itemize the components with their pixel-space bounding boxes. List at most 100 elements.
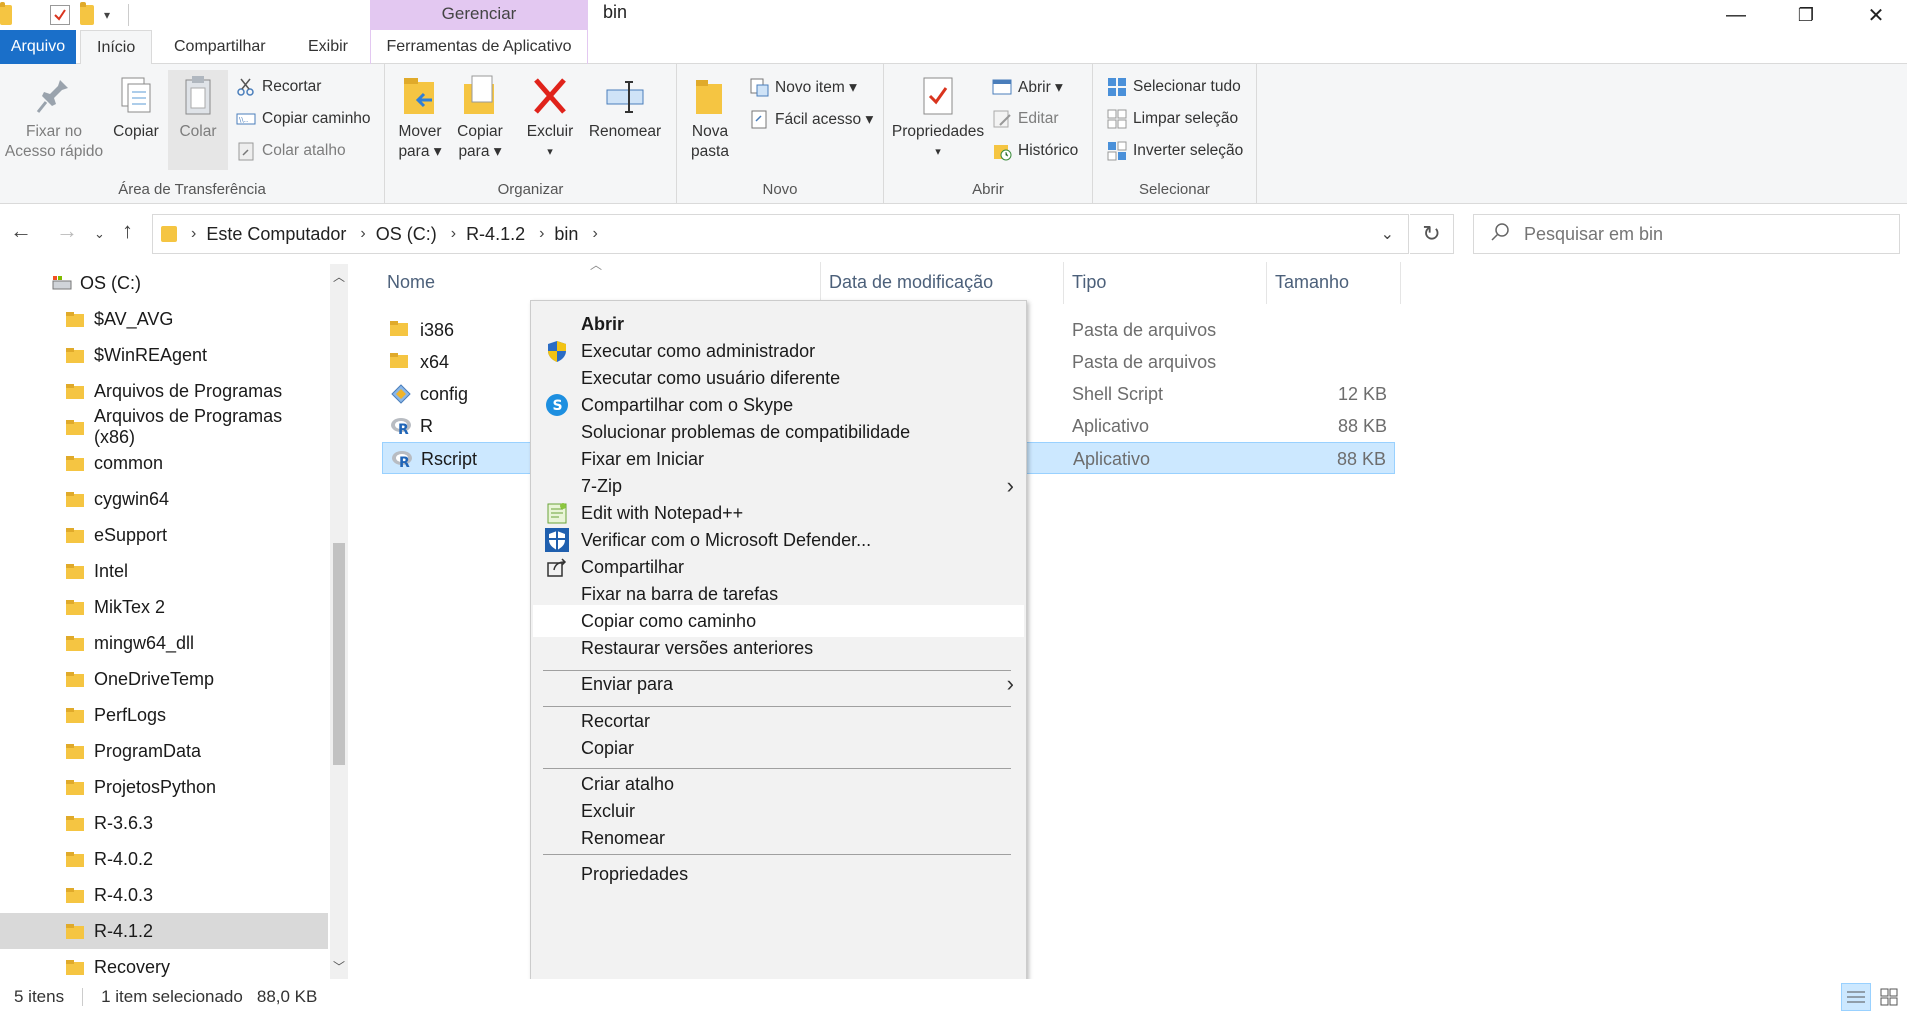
breadcrumb-separator-icon[interactable]: › (539, 225, 544, 243)
search-icon (1490, 222, 1510, 247)
tree-item-miktex-2[interactable]: MikTex 2 (0, 589, 328, 625)
tree-item-projetospython[interactable]: ProjetosPython (0, 769, 328, 805)
paste-shortcut-button[interactable]: Colar atalho (236, 138, 346, 164)
history-button[interactable]: Histórico (992, 138, 1078, 164)
paste-button[interactable]: Colar (168, 70, 228, 170)
selection-size: 88,0 KB (256, 987, 318, 1006)
paste-label: Colar (179, 123, 217, 140)
column-divider[interactable] (820, 262, 821, 304)
select-none-button[interactable]: Limpar seleção (1107, 106, 1238, 132)
select-all-button[interactable]: Selecionar tudo (1107, 74, 1241, 100)
skype-icon: S (545, 393, 569, 417)
tree-item-common[interactable]: common (0, 445, 328, 481)
tree-item-mingw64-dll[interactable]: mingw64_dll (0, 625, 328, 661)
tree-item-r-412[interactable]: R-4.1.2 (0, 913, 328, 949)
rename-button[interactable]: Renomear (585, 74, 665, 142)
breadcrumb-os-c[interactable]: OS (C:) (376, 224, 437, 245)
tree-item-esupport[interactable]: eSupport (0, 517, 328, 553)
recent-locations-chevron-icon[interactable]: ⌄ (94, 226, 105, 242)
properties-dropdown-icon[interactable]: ▾ (888, 142, 988, 162)
properties-button[interactable]: Propriedades ▾ (888, 74, 988, 162)
delete-dropdown-icon[interactable]: ▾ (525, 142, 575, 162)
tree-item-arquivos-de-programas-x86[interactable]: Arquivos de Programas (x86) (0, 406, 328, 447)
breadcrumb-bin[interactable]: bin (554, 224, 578, 245)
tab-app-tools[interactable]: Ferramentas de Aplicativo (370, 30, 588, 64)
column-divider[interactable] (1266, 262, 1267, 304)
folder-icon (66, 311, 84, 327)
breadcrumb-separator-icon[interactable]: › (191, 225, 196, 243)
scroll-down-arrow-icon[interactable]: ﹀ (333, 958, 345, 975)
delete-button[interactable]: Excluir ▾ (525, 74, 575, 162)
back-arrow-icon[interactable]: ← (10, 218, 32, 244)
refresh-icon[interactable]: ↻ (1410, 214, 1454, 254)
maximize-button[interactable]: ❐ (1773, 0, 1839, 30)
tree-item-r-403[interactable]: R-4.0.3 (0, 877, 328, 913)
easy-access-button[interactable]: Fácil acesso ▾ (749, 106, 873, 132)
tree-item-os-c[interactable]: OS (C:) (0, 265, 328, 301)
address-bar[interactable]: › Este Computador › OS (C:) › R-4.1.2 › … (152, 214, 1409, 254)
tree-item-r-402[interactable]: R-4.0.2 (0, 841, 328, 877)
tree-item-cygwin64[interactable]: cygwin64 (0, 481, 328, 517)
close-button[interactable]: ✕ (1843, 0, 1907, 30)
tree-item-r-363[interactable]: R-3.6.3 (0, 805, 328, 841)
menu-item-send-to[interactable]: Enviar para › (533, 668, 1024, 700)
copy-button[interactable]: Copiar (108, 74, 164, 142)
tree-item-intel[interactable]: Intel (0, 553, 328, 589)
details-view-icon[interactable] (1841, 983, 1871, 1011)
tree-item-arquivos-de-programas[interactable]: Arquivos de Programas (0, 373, 328, 409)
address-dropdown-chevron-icon[interactable]: ⌄ (1381, 224, 1394, 244)
new-item-button[interactable]: Novo item ▾ (749, 74, 857, 100)
folder-icon (66, 923, 84, 939)
breadcrumb-separator-icon[interactable]: › (360, 225, 365, 243)
copy-path-button[interactable]: \\.. Copiar caminho (236, 106, 371, 132)
search-input[interactable] (1524, 223, 1864, 245)
tree-item-programdata[interactable]: ProgramData (0, 733, 328, 769)
forward-arrow-icon[interactable]: → (56, 218, 78, 244)
properties-qat-icon[interactable] (50, 5, 70, 25)
tab-home[interactable]: Início (80, 30, 153, 65)
minimize-button[interactable]: — (1703, 0, 1769, 30)
customize-qat-icon[interactable]: ▾ (104, 8, 110, 22)
tab-share[interactable]: Compartilhar (158, 30, 282, 64)
tab-view[interactable]: Exibir (292, 30, 364, 64)
breadcrumb-r-412[interactable]: R-4.1.2 (466, 224, 525, 245)
large-icons-view-icon[interactable] (1877, 985, 1901, 1009)
move-to-button[interactable]: Mover para ▾ (395, 74, 445, 162)
column-header-date[interactable]: Data de modificação (829, 272, 993, 293)
column-divider[interactable] (1400, 262, 1401, 304)
new-folder-label: Nova pasta (691, 123, 729, 160)
breadcrumb-this-pc[interactable]: Este Computador (206, 224, 346, 245)
menu-item-rename[interactable]: Renomear (533, 822, 1024, 854)
tree-item-label: Intel (94, 560, 129, 581)
copy-to-button[interactable]: Copiar para ▾ (455, 74, 505, 162)
column-header-name[interactable]: Nome (387, 272, 435, 293)
folder-icon (66, 563, 84, 579)
scroll-up-arrow-icon[interactable]: ︿ (333, 268, 345, 285)
column-divider[interactable] (1063, 262, 1064, 304)
up-arrow-icon[interactable]: ↑ (122, 218, 133, 244)
menu-item-copy[interactable]: Copiar (533, 732, 1024, 764)
open-button[interactable]: Abrir ▾ (992, 74, 1063, 100)
breadcrumb-separator-icon[interactable]: › (451, 225, 456, 243)
invert-selection-button[interactable]: Inverter seleção (1107, 138, 1243, 164)
cut-button[interactable]: Recortar (236, 74, 321, 100)
tree-item-perflogs[interactable]: PerfLogs (0, 697, 328, 733)
tree-item-av-avg[interactable]: $AV_AVG (0, 301, 328, 337)
edit-button[interactable]: Editar (992, 106, 1059, 132)
menu-item-restore-previous-versions[interactable]: Restaurar versões anteriores (533, 632, 1024, 664)
column-header-type[interactable]: Tipo (1072, 272, 1106, 293)
new-folder-qat-icon[interactable] (80, 2, 94, 25)
new-folder-button[interactable]: Nova pasta (685, 74, 735, 162)
menu-item-properties[interactable]: Propriedades (533, 858, 1024, 890)
tab-file[interactable]: Arquivo (0, 30, 76, 64)
column-header-size[interactable]: Tamanho (1275, 272, 1349, 293)
breadcrumb-separator-icon[interactable]: › (592, 225, 597, 243)
tree-item-recovery[interactable]: Recovery (0, 949, 328, 979)
tree-item-onedrivetemp[interactable]: OneDriveTemp (0, 661, 328, 697)
tree-item-winreagent[interactable]: $WinREAgent (0, 337, 328, 373)
manage-context-tab[interactable]: Gerenciar (370, 0, 588, 30)
search-box[interactable] (1473, 214, 1900, 254)
pin-quick-access-button[interactable]: Fixar no Acesso rápido (4, 74, 104, 162)
invert-selection-icon (1107, 141, 1127, 161)
navpane-scroll-thumb[interactable] (333, 543, 345, 765)
